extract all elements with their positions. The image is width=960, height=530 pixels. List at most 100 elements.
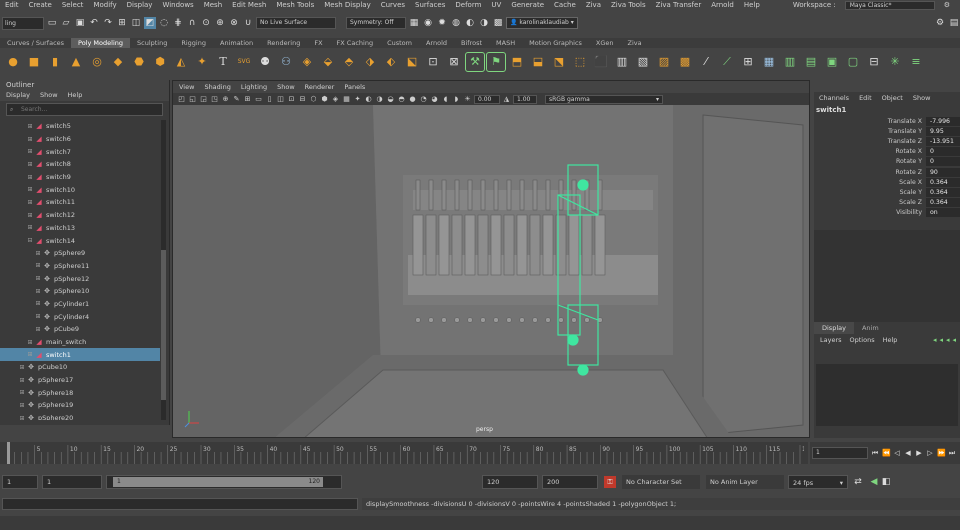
outliner-row[interactable]: ⊞ ◢ switch12 <box>0 209 160 222</box>
separate-icon[interactable]: ◈ <box>298 53 316 71</box>
poly-pyramid-icon[interactable]: ◭ <box>172 53 190 71</box>
poly-cylinder-icon[interactable]: ▮ <box>46 53 64 71</box>
live-surface-field[interactable]: No Live Surface <box>256 17 336 29</box>
expand-icon[interactable]: ⊞ <box>26 174 34 181</box>
wedge-icon[interactable]: ▩ <box>676 53 694 71</box>
outliner-menu-display[interactable]: Display <box>6 90 30 101</box>
outliner-row[interactable]: ⊞ ◢ switch8 <box>0 158 160 171</box>
smooth-icon[interactable]: ⬗ <box>361 53 379 71</box>
outliner-scrollbar-thumb[interactable] <box>161 250 166 400</box>
auto-map-icon[interactable]: ▣ <box>823 53 841 71</box>
planar-map-icon[interactable]: ▦ <box>760 53 778 71</box>
reduce-icon[interactable]: ⬖ <box>382 53 400 71</box>
outliner-row[interactable]: ⊞ ✥ pCylinder1 <box>0 298 160 311</box>
snap-grid-icon[interactable]: ⋕ <box>172 17 184 29</box>
viewport-menu-show[interactable]: Show <box>277 81 295 93</box>
arnold-render-icon[interactable]: ▩ <box>492 17 504 29</box>
layer-move-up-icon[interactable]: ◂ <box>933 334 937 346</box>
select-object-icon[interactable]: ◫ <box>130 17 142 29</box>
camera-attributes-icon[interactable]: ◱ <box>188 95 197 104</box>
shelf-tab-fx-caching[interactable]: FX Caching <box>330 38 381 48</box>
snap-surface-icon[interactable]: ⊗ <box>228 17 240 29</box>
panel-toggle-icon[interactable]: ▤ <box>948 17 960 29</box>
expand-icon[interactable]: ⊞ <box>18 377 26 384</box>
channel-row-translate-z[interactable]: Translate Z -13.951 <box>814 136 960 146</box>
channel-value[interactable]: 0 <box>926 157 960 167</box>
color-space-dropdown[interactable]: sRGB gamma ▾ <box>545 94 663 104</box>
expand-icon[interactable]: ⊞ <box>26 161 34 168</box>
textured-icon[interactable]: ▦ <box>342 95 351 104</box>
xray-icon[interactable]: ◕ <box>430 95 439 104</box>
grid-icon[interactable]: ⊞ <box>243 95 252 104</box>
time-slider[interactable]: 5 10 15 20 25 30 35 40 45 50 55 60 65 70 75 80 85 90 95 100… <box>0 442 808 464</box>
cylindrical-map-icon[interactable]: ▥ <box>781 53 799 71</box>
outliner-row[interactable]: ⊞ ✥ pSphere12 <box>0 272 160 285</box>
menu-create[interactable]: Create <box>24 1 57 9</box>
channel-value[interactable]: on <box>926 208 960 218</box>
viewport-menu-view[interactable]: View <box>179 81 194 93</box>
insert-edge-loop-icon[interactable]: ▥ <box>613 53 631 71</box>
menu-select[interactable]: Select <box>57 1 89 9</box>
channel-row-visibility[interactable]: Visibility on <box>814 208 960 218</box>
outliner-row[interactable]: ⊞ ✥ pCylinder4 <box>0 310 160 323</box>
expand-icon[interactable]: ⊞ <box>26 148 34 155</box>
step-forward-key-icon[interactable]: ⏩ <box>937 449 946 457</box>
grease-pencil-icon[interactable]: ✎ <box>232 95 241 104</box>
channel-row-scale-y[interactable]: Scale Y 0.364 <box>814 187 960 197</box>
expand-icon[interactable]: ⊞ <box>18 402 26 409</box>
menu-modify[interactable]: Modify <box>88 1 121 9</box>
step-back-frame-icon[interactable]: ◁ <box>893 449 901 457</box>
viewport-menu-renderer[interactable]: Renderer <box>305 81 335 93</box>
expand-icon[interactable]: ⊞ <box>34 288 42 295</box>
bevel-icon[interactable]: ⚑ <box>486 51 506 72</box>
symmetry-dropdown[interactable]: Symmetry: Off <box>346 17 406 29</box>
poly-torus-icon[interactable]: ◎ <box>88 53 106 71</box>
boolean-icon[interactable]: ⬘ <box>340 53 358 71</box>
menu-mesh-display[interactable]: Mesh Display <box>319 1 375 9</box>
auto-key-icon[interactable]: ⚿ <box>604 476 616 488</box>
select-component-icon[interactable]: ◩ <box>144 17 156 29</box>
mash-icon[interactable]: ⚉ <box>256 53 274 71</box>
expand-icon[interactable]: ⊞ <box>26 123 34 130</box>
shelf-tab-ziva[interactable]: Ziva <box>621 38 649 48</box>
bridge-icon[interactable]: ⬓ <box>529 53 547 71</box>
settings-icon[interactable]: ⚙ <box>939 1 955 9</box>
snap-curve-icon[interactable]: ∩ <box>186 17 198 29</box>
channel-row-scale-x[interactable]: Scale X 0.364 <box>814 177 960 187</box>
new-layer-icon[interactable]: ◂ <box>946 334 950 346</box>
exposure-icon[interactable]: ☀ <box>463 95 472 104</box>
render-frame-icon[interactable]: ◉ <box>422 17 434 29</box>
outliner-row[interactable]: ⊞ ◢ switch1 <box>0 348 160 362</box>
offset-edge-loop-icon[interactable]: ▧ <box>634 53 652 71</box>
expand-icon[interactable]: ⊞ <box>34 313 42 320</box>
collapse-icon[interactable]: ⬛ <box>592 53 610 71</box>
expand-icon[interactable]: ⊞ <box>26 186 34 193</box>
motion-blur-icon[interactable]: ◒ <box>386 95 395 104</box>
menu-ziva-tools[interactable]: Ziva Tools <box>606 1 651 9</box>
collapse-icon[interactable]: ⊟ <box>26 237 34 244</box>
fps-dropdown[interactable]: 24 fps ▾ <box>788 475 848 489</box>
viewport-menu-panels[interactable]: Panels <box>344 81 365 93</box>
channel-row-translate-x[interactable]: Translate X -7.996 <box>814 116 960 126</box>
platonic-solid-icon[interactable]: ⬢ <box>151 53 169 71</box>
outliner-row[interactable]: ⊞ ◢ switch7 <box>0 145 160 158</box>
loop-icon[interactable]: ⇄ <box>852 476 864 488</box>
layer-menu-layers[interactable]: Layers <box>820 334 842 346</box>
menu-ziva-transfer[interactable]: Ziva Transfer <box>651 1 707 9</box>
end-time-field[interactable]: 200 <box>542 475 598 489</box>
channel-row-rotate-y[interactable]: Rotate Y 0 <box>814 157 960 167</box>
menu-cache[interactable]: Cache <box>549 1 581 9</box>
current-frame-field[interactable]: 1 <box>812 447 868 459</box>
anti-aliasing-icon[interactable]: ◓ <box>397 95 406 104</box>
outliner-row[interactable]: ⊞ ✥ pCube10 <box>0 361 160 374</box>
outliner-row[interactable]: ⊞ ◢ switch6 <box>0 133 160 146</box>
hypershade-icon[interactable]: ◐ <box>464 17 476 29</box>
viewport-panel[interactable]: View Shading Lighting Show Renderer Panels ◰ … <box>172 80 810 438</box>
layer-menu-help[interactable]: Help <box>883 334 898 346</box>
layer-menu-options[interactable]: Options <box>850 334 875 346</box>
channel-row-rotate-z[interactable]: Rotate Z 90 <box>814 167 960 177</box>
target-weld-icon[interactable]: ⁄ <box>697 53 715 71</box>
expand-icon[interactable]: ⊞ <box>26 351 34 358</box>
outliner-row[interactable]: ⊞ ✥ pCube9 <box>0 323 160 336</box>
select-hierarchy-icon[interactable]: ⊞ <box>116 17 128 29</box>
